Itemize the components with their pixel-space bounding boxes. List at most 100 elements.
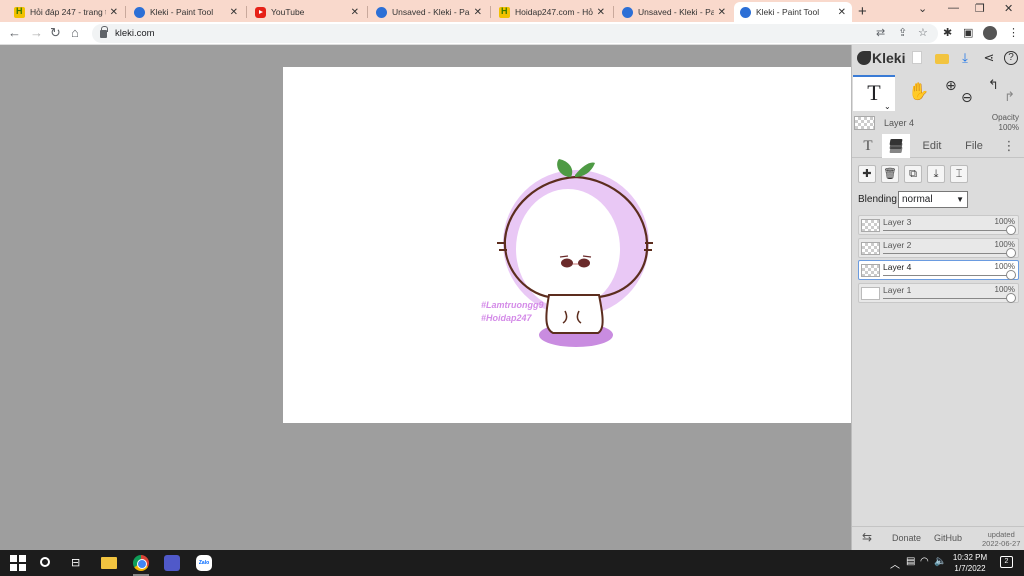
panel-footer: ⇆ Donate GitHub updated 2022-06-27 [852, 526, 1024, 550]
opacity-slider-handle[interactable] [1006, 247, 1016, 258]
back-icon[interactable]: ← [8, 25, 21, 40]
restore-icon[interactable]: ❐ [975, 2, 985, 15]
browser-tab[interactable]: Hỏi đáp 247 - trang tra ✕ [8, 2, 124, 22]
current-layer-opacity[interactable]: Opacity 100% [992, 113, 1019, 133]
zoom-in-icon[interactable]: ⊕ [945, 77, 957, 94]
zoom-out-icon[interactable]: ⊖ [961, 89, 973, 106]
delete-layer-button[interactable]: 🗑 [881, 165, 899, 183]
browser-tab[interactable]: Hoidap247.com - Hỏi đ ✕ [493, 2, 611, 22]
taskbar-clock[interactable]: 10:32 PM 1/7/2022 [948, 552, 992, 574]
tab-title: Unsaved - Kleki - Paint [638, 7, 714, 17]
lock-icon[interactable] [100, 25, 108, 38]
translate-icon[interactable]: ⇄ [876, 26, 885, 39]
browser-tab[interactable]: Unsaved - Kleki - Paint ✕ [616, 2, 732, 22]
close-tab-icon[interactable]: ✕ [718, 7, 726, 18]
address-bar[interactable]: kleki.com [92, 24, 938, 43]
notifications-icon[interactable]: 2 [1000, 556, 1013, 568]
help-icon[interactable]: ? [1004, 51, 1018, 65]
windows-start-icon[interactable] [10, 555, 26, 571]
undo-icon[interactable]: ↰ [988, 77, 999, 93]
reload-icon[interactable]: ↻ [50, 25, 61, 41]
home-icon[interactable]: ⌂ [71, 25, 79, 40]
opacity-slider-track[interactable] [883, 230, 1013, 231]
close-window-icon[interactable]: ✕ [1004, 2, 1013, 15]
teams-icon[interactable] [164, 555, 180, 571]
file-explorer-icon[interactable] [101, 557, 117, 569]
chrome-icon[interactable] [133, 555, 149, 571]
tab-layers[interactable] [882, 134, 910, 158]
task-view-icon[interactable]: ⊟ [71, 556, 87, 572]
close-tab-icon[interactable]: ✕ [110, 7, 118, 18]
share-icon[interactable]: ⇪ [898, 26, 907, 39]
bookmark-star-icon[interactable]: ☆ [918, 26, 928, 39]
close-tab-icon[interactable]: ✕ [597, 7, 605, 18]
download-icon[interactable]: ⤓ [958, 51, 972, 65]
tab-title: Hỏi đáp 247 - trang tra [30, 7, 106, 17]
add-layer-button[interactable]: ✚ [858, 165, 876, 183]
tab-tool-settings[interactable]: T [858, 134, 878, 158]
close-tab-icon[interactable]: ✕ [474, 7, 482, 18]
volume-icon[interactable]: 🔈 [934, 556, 946, 567]
close-tab-icon[interactable]: ✕ [351, 7, 359, 18]
close-tab-icon[interactable]: ✕ [230, 7, 238, 18]
swap-side-icon[interactable]: ⇆ [862, 530, 872, 544]
new-tab-button[interactable]: + [858, 3, 867, 20]
windows-taskbar: ⊟ Zalo ︿ ▤ ◠ 🔈 10:32 PM 1/7/2022 2 [0, 550, 1024, 576]
text-tool-button[interactable]: T ⌄ [853, 75, 895, 111]
kleki-icon [134, 6, 145, 18]
drawing-canvas[interactable]: #Lamtruongg9 #Hoidap247 [283, 67, 851, 423]
layer-thumbnail [861, 286, 880, 300]
tab-search-icon[interactable]: ⌄ [918, 2, 927, 15]
opacity-slider-handle[interactable] [1006, 270, 1016, 280]
new-image-icon[interactable] [912, 51, 922, 64]
tool-row: T ⌄ ✋ ⊕ ⊖ ↰ ↱ [852, 74, 1024, 112]
duplicate-layer-button[interactable]: ⧉ [904, 165, 922, 183]
search-icon[interactable] [40, 557, 50, 567]
tab-file[interactable]: File [956, 134, 992, 158]
profile-avatar[interactable] [983, 26, 997, 40]
current-layer-row[interactable]: Layer 4 Opacity 100% [852, 112, 1024, 134]
donate-link[interactable]: Donate [892, 533, 921, 543]
rename-layer-button[interactable]: ⌶ [950, 165, 968, 183]
canvas-workspace[interactable]: #Lamtruongg9 #Hoidap247 [0, 45, 851, 550]
opacity-slider-track[interactable] [883, 252, 1013, 254]
close-tab-icon[interactable]: ✕ [838, 7, 846, 18]
layer-item[interactable]: Layer 3 100% [858, 215, 1019, 235]
menu-icon[interactable]: ⋮ [1008, 26, 1019, 39]
wifi-icon[interactable]: ◠ [920, 556, 929, 567]
opacity-slider-handle[interactable] [1006, 292, 1016, 303]
merge-layer-button[interactable]: ⤓ [927, 165, 945, 183]
panel-header: Kleki ⤓ ⋖ ? [852, 45, 1024, 74]
browser-tab[interactable]: YouTube ✕ [249, 2, 365, 22]
network-icon[interactable]: ▤ [906, 556, 915, 567]
layer-item-selected[interactable]: Layer 4 100% [858, 260, 1019, 280]
browser-tab[interactable]: Kleki - Paint Tool ✕ [128, 2, 244, 22]
open-folder-icon[interactable] [935, 54, 949, 64]
tab-title: Unsaved - Kleki - Paint [392, 7, 470, 17]
tab-separator [367, 6, 368, 18]
layer-item[interactable]: Layer 2 100% [858, 237, 1019, 258]
minimize-icon[interactable]: — [948, 2, 959, 14]
browser-tab-active[interactable]: Kleki - Paint Tool ✕ [734, 2, 852, 22]
opacity-slider-handle[interactable] [1006, 225, 1016, 235]
share-icon[interactable]: ⋖ [982, 51, 996, 65]
forward-icon[interactable]: → [30, 25, 43, 40]
tab-edit[interactable]: Edit [914, 134, 950, 158]
blending-select[interactable]: normal ▼ [898, 191, 968, 208]
more-options-icon[interactable]: ⋮ [1002, 134, 1016, 158]
redo-icon[interactable]: ↱ [1004, 89, 1015, 105]
layer-item[interactable]: Layer 1 100% [858, 282, 1019, 303]
opacity-slider-track[interactable] [883, 275, 1013, 276]
browser-tab[interactable]: Unsaved - Kleki - Paint ✕ [370, 2, 488, 22]
hand-tool-icon[interactable]: ✋ [908, 82, 929, 102]
kleki-logo-icon [857, 51, 871, 65]
updated-info[interactable]: updated 2022-06-27 [982, 530, 1020, 548]
github-link[interactable]: GitHub [934, 533, 962, 543]
kleki-logo: Kleki [872, 50, 906, 66]
chevron-up-icon[interactable]: ︿ [890, 556, 900, 571]
opacity-slider-track[interactable] [883, 297, 1013, 299]
side-panel-icon[interactable]: ▣ [963, 26, 973, 39]
zalo-icon[interactable]: Zalo [196, 555, 212, 571]
extensions-icon[interactable]: ✱ [943, 26, 952, 39]
current-layer-thumbnail [854, 116, 875, 130]
